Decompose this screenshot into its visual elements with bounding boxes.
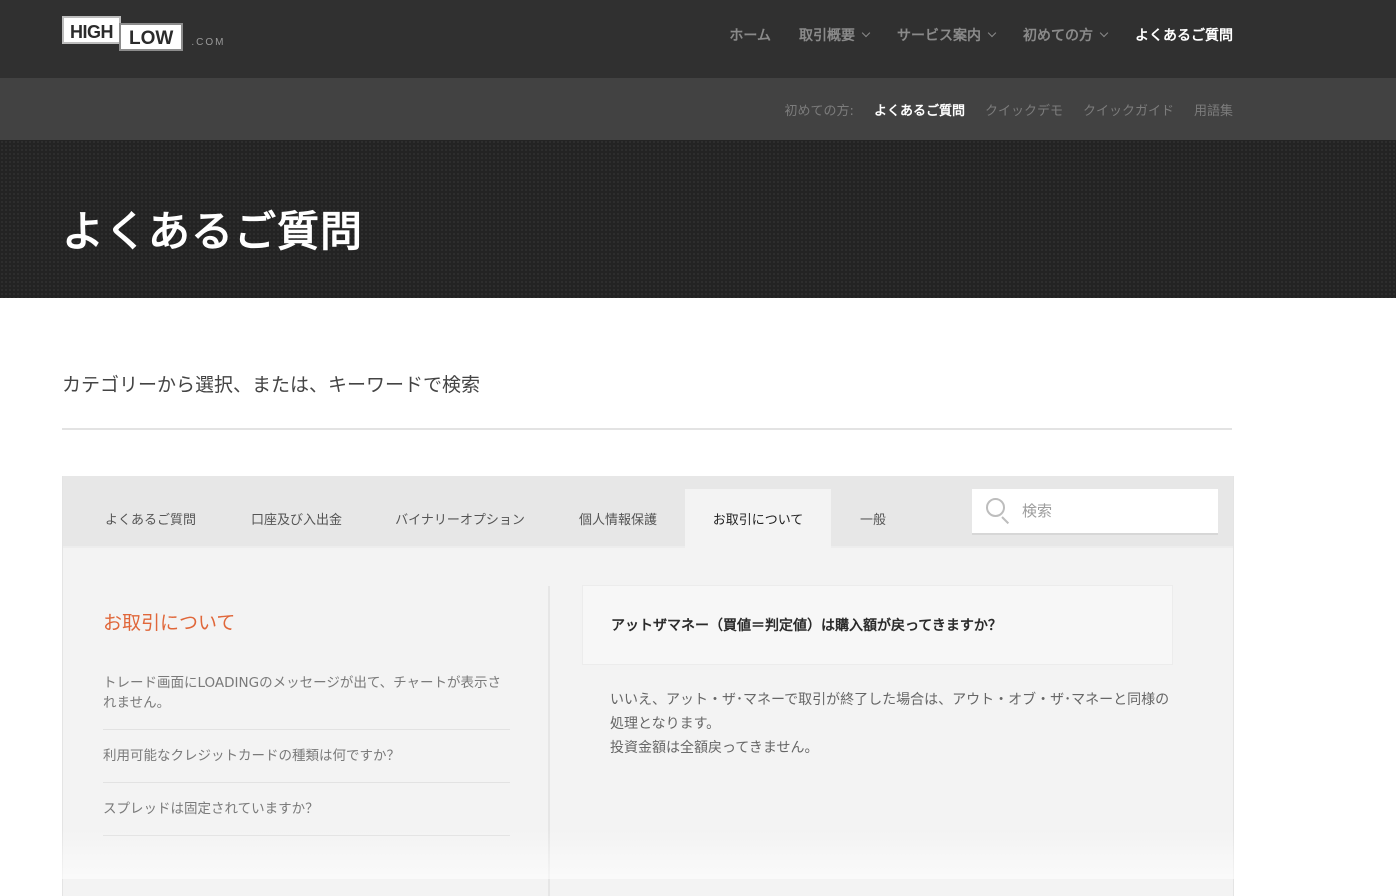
- search-icon[interactable]: [986, 498, 1012, 525]
- question-list: トレード画面にLOADINGのメッセージが出て、チャートが表示されません。 利用…: [103, 673, 510, 836]
- nav-item-home[interactable]: ホーム: [729, 25, 771, 45]
- nav-item-label: よくあるご質問: [1135, 28, 1233, 44]
- nav-item-label: 初めての方: [1023, 28, 1093, 44]
- divider: [62, 428, 1232, 430]
- logo-high-text: HIGH: [62, 16, 121, 44]
- nav-item-services[interactable]: サービス案内: [897, 25, 997, 45]
- sub-nav-item-quick-guide[interactable]: クイックガイド: [1083, 100, 1174, 119]
- sub-nav-item-faq[interactable]: よくあるご質問: [874, 100, 965, 119]
- search-box: [972, 489, 1218, 535]
- tab-trading[interactable]: お取引について: [685, 489, 831, 548]
- nav-item-label: ホーム: [729, 28, 771, 44]
- question-link[interactable]: トレード画面にLOADINGのメッセージが出て、チャートが表示されません。: [103, 673, 510, 730]
- question-link[interactable]: 利用可能なクレジットカードの種類は何ですか？: [103, 730, 510, 783]
- faq-panel: よくあるご質問 口座及び入出金 バイナリーオプション 個人情報保護 お取引につい…: [62, 476, 1234, 896]
- sub-nav-item-glossary[interactable]: 用語集: [1194, 100, 1233, 119]
- tab-account-deposits[interactable]: 口座及び入出金: [238, 489, 355, 548]
- page-title: よくあるご質問: [62, 207, 364, 256]
- category-tabs: よくあるご質問 口座及び入出金 バイナリーオプション 個人情報保護 お取引につい…: [63, 476, 1233, 548]
- tab-general[interactable]: 一般: [843, 489, 903, 548]
- nav-item-trading-overview[interactable]: 取引概要: [799, 25, 871, 45]
- logo-com-text: .COM: [191, 36, 226, 48]
- sub-nav: 初めての方: よくあるご質問 クイックデモ クイックガイド 用語集: [785, 78, 1233, 140]
- nav-item-label: 取引概要: [799, 28, 855, 44]
- chevron-down-icon: [861, 28, 871, 38]
- tab-binary-options[interactable]: バイナリーオプション: [385, 489, 535, 548]
- column-divider: [548, 586, 550, 896]
- selected-question: アットザマネー（買値＝判定値）は購入額が戻ってきますか？: [582, 585, 1173, 665]
- question-list-column: お取引について トレード画面にLOADINGのメッセージが出て、チャートが表示さ…: [103, 586, 510, 836]
- logo-low-text: LOW: [119, 23, 184, 51]
- answer-text: いいえ、アット・ザ･マネーで取引が終了した場合は、アウト・オブ・ザ･マネーと同様…: [610, 688, 1175, 760]
- site-logo[interactable]: HIGH LOW .COM: [62, 15, 225, 51]
- category-title: お取引について: [103, 612, 236, 634]
- answer-line: 投資金額は全額戻ってきません。: [610, 740, 819, 756]
- sub-nav-prefix: 初めての方:: [784, 103, 854, 119]
- sub-navigation-bar: 初めての方: よくあるご質問 クイックデモ クイックガイド 用語集: [0, 78, 1396, 140]
- top-navigation-bar: HIGH LOW .COM ホーム 取引概要 サービス案内 初めての方 よくある…: [0, 0, 1396, 78]
- selected-question-text: アットザマネー（買値＝判定値）は購入額が戻ってきますか？: [611, 618, 1002, 634]
- chevron-down-icon: [1099, 28, 1109, 38]
- search-input[interactable]: [1022, 502, 1202, 520]
- answer-line: いいえ、アット・ザ･マネーで取引が終了した場合は、アウト・オブ・ザ･マネーと同様…: [610, 692, 1170, 732]
- sub-nav-item-quick-demo[interactable]: クイックデモ: [985, 100, 1063, 119]
- nav-item-label: サービス案内: [897, 28, 981, 44]
- chevron-down-icon: [987, 28, 997, 38]
- main-nav: ホーム 取引概要 サービス案内 初めての方 よくあるご質問: [701, 0, 1233, 70]
- question-link[interactable]: スプレッドは固定されていますか？: [103, 783, 510, 836]
- page-hero: よくあるご質問: [0, 140, 1396, 298]
- tab-faq[interactable]: よくあるご質問: [93, 489, 208, 548]
- nav-item-beginners[interactable]: 初めての方: [1023, 25, 1109, 45]
- nav-item-faq[interactable]: よくあるご質問: [1135, 25, 1233, 45]
- intro-text: カテゴリーから選択、または、キーワードで検索: [62, 374, 481, 396]
- tab-privacy[interactable]: 個人情報保護: [565, 489, 671, 548]
